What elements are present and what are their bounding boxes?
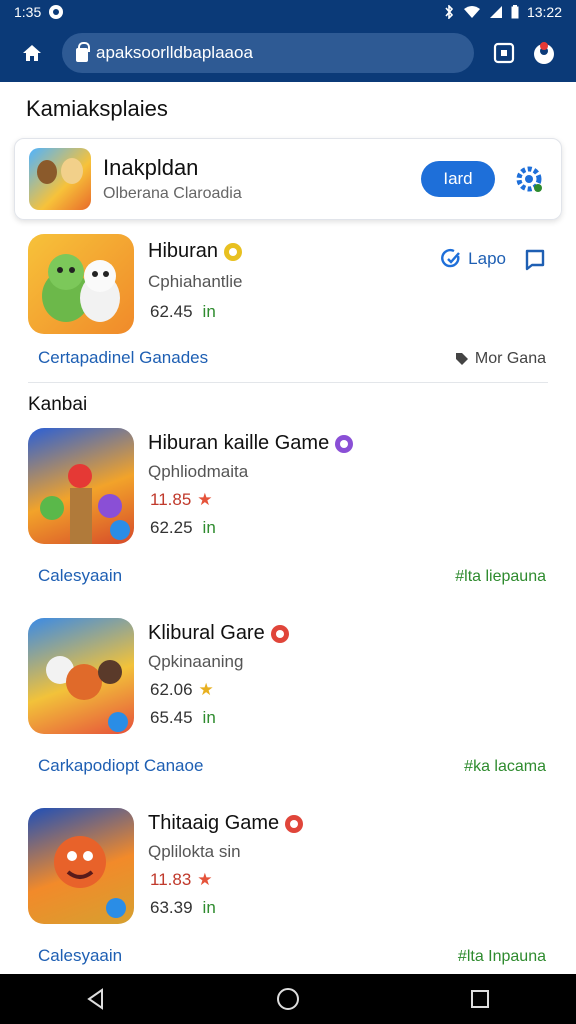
back-button[interactable] [76, 979, 116, 1019]
star-icon: ★ [197, 490, 213, 509]
page-content: Kamiaksplaies Inakpldan Olberana Claroad… [0, 82, 576, 974]
app-category-link[interactable]: Calesyaain [38, 946, 122, 966]
featured-subtitle: Olberana Claroadia [103, 185, 242, 202]
section-title: Kanbai [28, 394, 88, 415]
tabs-icon [493, 42, 515, 64]
more-games-link[interactable]: Mor Gana [455, 350, 546, 368]
app-rating: 11.83 [150, 870, 192, 889]
app-rating: 62.06 [150, 680, 193, 699]
top-app-title: Hiburan [148, 240, 219, 262]
app-category-link[interactable]: Carkapodiopt Canaoe [38, 756, 203, 776]
app-price: 62.25 [150, 518, 193, 537]
notification-icon [49, 5, 64, 19]
star-icon: ★ [197, 870, 213, 889]
back-icon [87, 988, 103, 1010]
app-title: Hiburan kaille Game [148, 432, 330, 454]
status-bar: 1:35 13:22 [0, 0, 576, 24]
app-title: Thitaaig Game [148, 812, 280, 834]
verified-icon [224, 242, 243, 261]
badge-icon [270, 624, 289, 643]
home-circle-icon [277, 988, 299, 1010]
status-time: 1:35 [14, 4, 42, 20]
bookmark-icon [525, 249, 545, 271]
app-tag-link[interactable]: #lta Inpauna [458, 948, 546, 966]
address-bar[interactable]: apaksoorlldbaplaaoa [62, 33, 474, 73]
url-text: apaksoorlldbaplaaoa [96, 43, 253, 62]
screen: 1:35 13:22 apaksoorlldbaplaaoa Kamiakspl… [0, 0, 576, 1024]
tabs-button[interactable] [484, 33, 524, 73]
app-title: Klibural Gare [148, 622, 265, 644]
settings-icon [516, 166, 542, 192]
badge-icon [285, 814, 304, 833]
recents-icon [471, 990, 489, 1008]
top-app-icon [28, 234, 134, 334]
signal-icon [489, 6, 502, 18]
featured-settings-button[interactable] [511, 161, 547, 197]
list-item[interactable]: Klibural Gare Qpkinaaning 62.06 ★ 65.45 i… [0, 618, 576, 788]
lock-icon [76, 42, 90, 62]
app-tag-link[interactable]: #lta liepauna [455, 568, 546, 586]
badge-icon [335, 434, 354, 453]
divider [28, 382, 548, 383]
system-nav-bar [0, 974, 576, 1024]
account-icon [534, 42, 554, 64]
wifi-icon [463, 6, 480, 18]
recents-button[interactable] [460, 979, 500, 1019]
app-subtitle: Qplilokta sin [148, 842, 241, 861]
app-category-link[interactable]: Calesyaain [38, 566, 122, 586]
app-subtitle: Qphliodmaita [148, 462, 249, 481]
home-icon [23, 45, 41, 61]
featured-app-icon [29, 148, 91, 210]
top-app-card[interactable]: Hiburan Cphiahantlie 62.45 in Lapo Certap… [0, 232, 576, 382]
home-nav-button[interactable] [268, 979, 308, 1019]
tag-icon [455, 353, 468, 365]
list-item[interactable]: Hiburan kaille Game Qphliodmaita 11.85 ★… [0, 428, 576, 598]
app-icon [28, 428, 134, 544]
app-price: 65.45 [150, 708, 193, 727]
profile-button[interactable] [524, 33, 564, 73]
status-clock: 13:22 [526, 4, 562, 20]
app-subtitle: Qpkinaaning [148, 652, 244, 671]
featured-install-button[interactable]: Iard [421, 161, 495, 197]
edit-icon [441, 248, 461, 268]
app-icon [28, 808, 134, 924]
app-price: 63.39 [150, 898, 193, 917]
page-title: Kamiaksplaies [26, 96, 168, 121]
list-item[interactable]: Thitaaig Game Qplilokta sin 11.83 ★ 63.3… [0, 808, 576, 974]
battery-icon [511, 5, 519, 19]
top-app-action[interactable]: Lapo [440, 248, 506, 270]
app-rating: 11.85 [150, 490, 192, 509]
category-link[interactable]: Certapadinel Ganades [38, 348, 208, 368]
home-button[interactable] [12, 33, 52, 73]
featured-card[interactable]: Inakpldan Olberana Claroadia Iard [14, 138, 562, 220]
top-app-price-tag: in [202, 302, 216, 321]
star-icon: ★ [198, 680, 214, 699]
browser-toolbar: apaksoorlldbaplaaoa [0, 24, 576, 82]
featured-title: Inakpldan [103, 155, 199, 180]
mascot-icon [42, 254, 120, 322]
top-app-price: 62.45 [150, 302, 193, 321]
bluetooth-icon [445, 5, 454, 19]
app-tag-link[interactable]: #ka lacama [464, 758, 546, 776]
bookmark-button[interactable] [524, 248, 546, 277]
top-app-subtitle: Cphiahantlie [148, 272, 243, 291]
app-icon [28, 618, 134, 734]
